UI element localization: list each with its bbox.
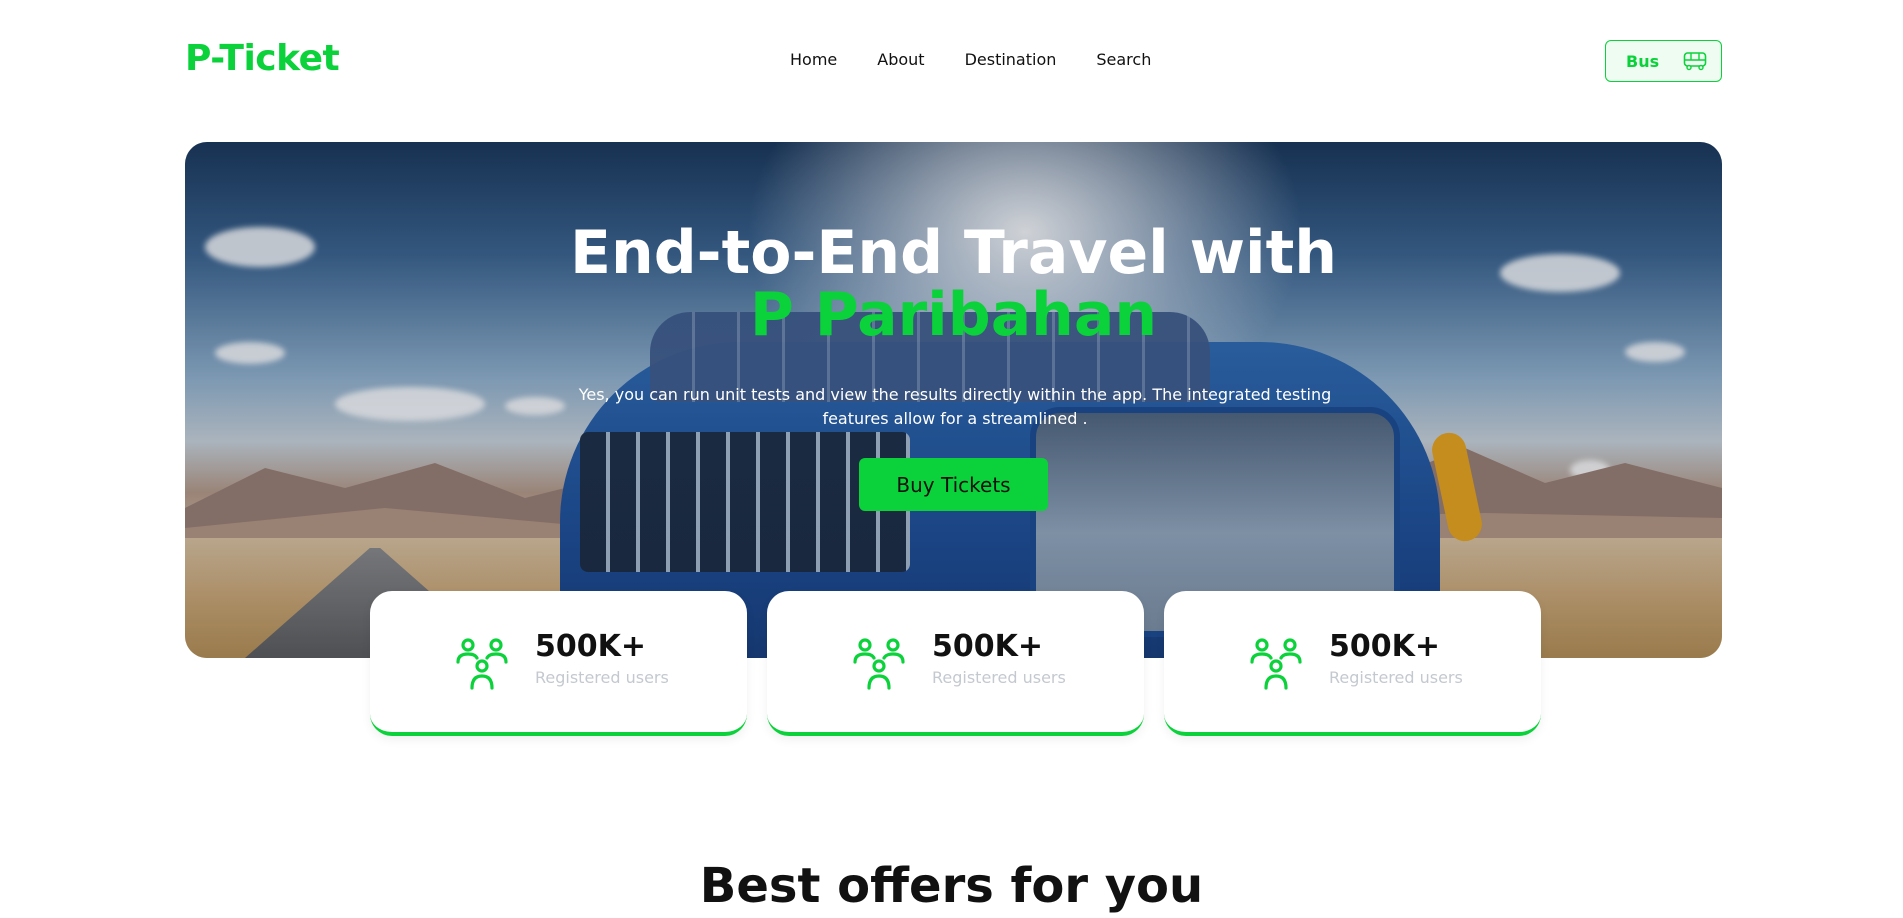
users-icon bbox=[852, 636, 906, 690]
hero-title-line1: End-to-End Travel with bbox=[570, 218, 1337, 288]
stat-label: Registered users bbox=[932, 668, 1066, 687]
stat-card: 500K+ Registered users bbox=[370, 591, 747, 736]
main-nav: Home About Destination Search bbox=[790, 50, 1191, 69]
stat-card: 500K+ Registered users bbox=[767, 591, 1144, 736]
bus-button-label: Bus bbox=[1626, 51, 1660, 71]
logo[interactable]: P-Ticket bbox=[185, 38, 340, 79]
hero-title: End-to-End Travel with P Paribahan bbox=[185, 222, 1722, 346]
stat-value: 500K+ bbox=[1329, 629, 1441, 664]
stat-value: 500K+ bbox=[535, 629, 647, 664]
nav-link-about[interactable]: About bbox=[877, 50, 924, 69]
hero-title-brand: P Paribahan bbox=[749, 280, 1158, 350]
offers-section-title: Best offers for you bbox=[699, 858, 1204, 914]
hero-banner: End-to-End Travel with P Paribahan Yes, … bbox=[185, 142, 1722, 658]
stat-value: 500K+ bbox=[932, 629, 1044, 664]
nav-link-search[interactable]: Search bbox=[1096, 50, 1151, 69]
users-icon bbox=[1249, 636, 1303, 690]
stat-card: 500K+ Registered users bbox=[1164, 591, 1541, 736]
nav-link-destination[interactable]: Destination bbox=[965, 50, 1057, 69]
hero-subtitle: Yes, you can run unit tests and view the… bbox=[578, 385, 1332, 428]
stat-label: Registered users bbox=[1329, 668, 1463, 687]
users-icon bbox=[455, 636, 509, 690]
bus-button[interactable]: Bus bbox=[1605, 40, 1722, 82]
bus-icon bbox=[1683, 51, 1707, 71]
buy-tickets-button[interactable]: Buy Tickets bbox=[859, 458, 1048, 511]
site-header: P-Ticket Home About Destination Search B… bbox=[0, 0, 1903, 120]
stat-label: Registered users bbox=[535, 668, 669, 687]
nav-link-home[interactable]: Home bbox=[790, 50, 837, 69]
